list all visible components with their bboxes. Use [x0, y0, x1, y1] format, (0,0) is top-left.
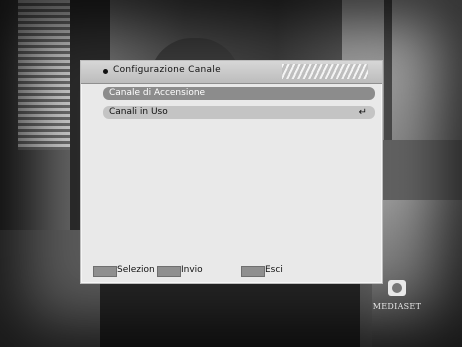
- brand-name: MEDIASET: [372, 302, 422, 311]
- select-legend: Selezion: [117, 265, 155, 275]
- enter-arrow-icon: ↵: [358, 107, 367, 118]
- nav-key-icon: [93, 266, 117, 277]
- channel-config-menu: Configurazione Canale Canale di Accensio…: [80, 60, 383, 284]
- enter-legend: Invio: [181, 265, 203, 275]
- exit-legend: Esci: [265, 265, 283, 275]
- menu-item-canali-in-uso[interactable]: Canali in Uso ↵: [103, 106, 375, 119]
- menu-item-label: Canale di Accensione: [109, 88, 206, 98]
- mediaset-logo: MEDIASET: [372, 280, 422, 325]
- bullet-icon: [103, 69, 108, 74]
- mediaset-logo-icon: [388, 280, 406, 296]
- menu-item-label: Canali in Uso: [109, 107, 168, 117]
- menu-item-canale-di-accensione[interactable]: Canale di Accensione: [103, 87, 375, 100]
- ok-key-icon: [157, 266, 181, 277]
- header-stripes-decoration: [282, 64, 368, 79]
- menu-header: Configurazione Canale: [81, 61, 382, 84]
- menu-key-icon: [241, 266, 265, 277]
- menu-title: Configurazione Canale: [113, 65, 221, 75]
